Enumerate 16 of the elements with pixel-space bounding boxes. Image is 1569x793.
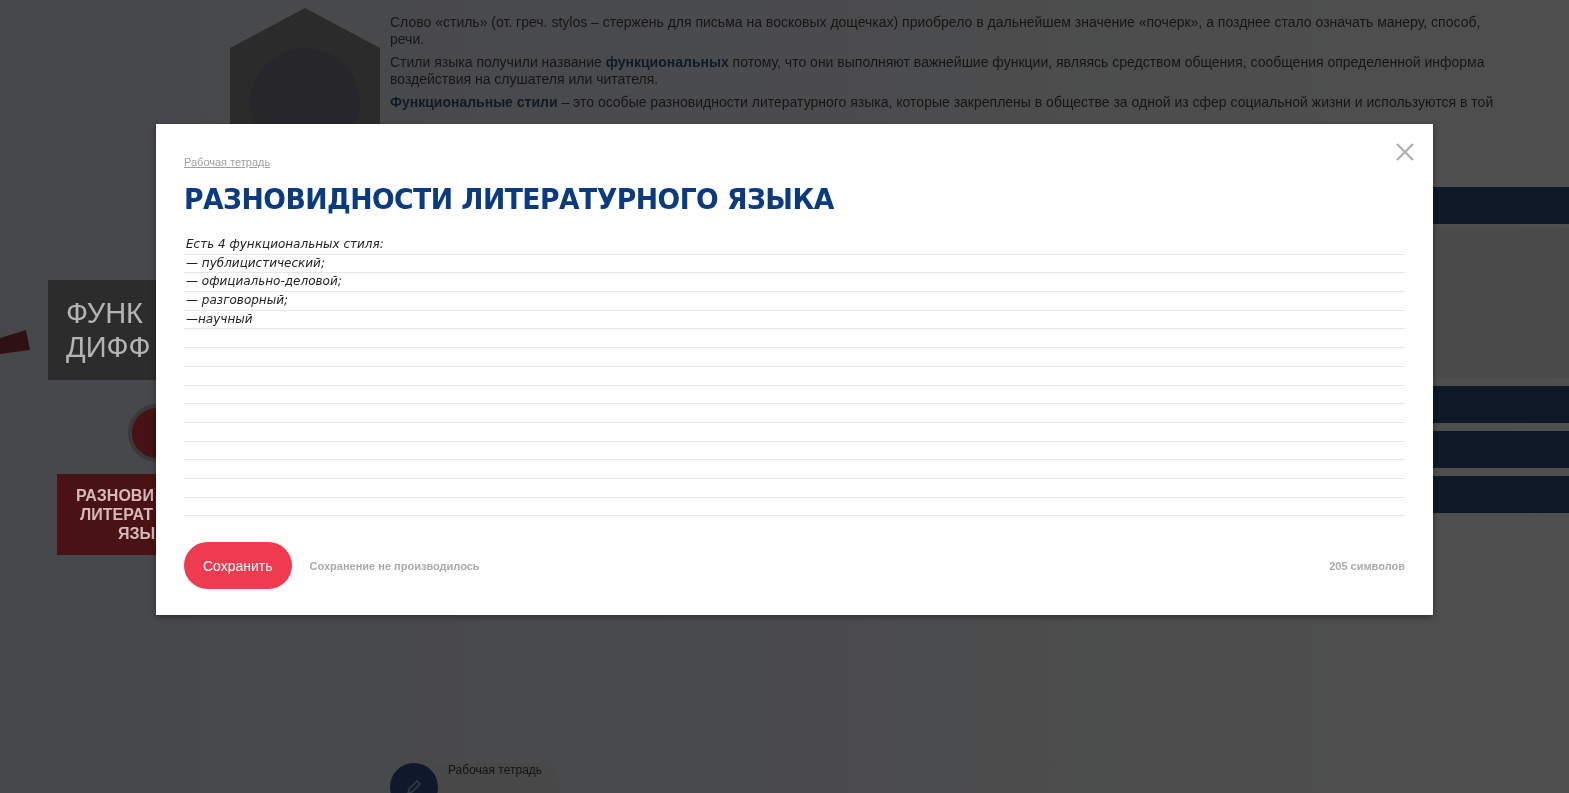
banner-text: РАЗНОВИ xyxy=(76,486,154,505)
dialog-title: РАЗНОВИДНОСТИ ЛИТЕРАТУРНОГО ЯЗЫКА xyxy=(184,182,834,216)
notebook-text-line: — публицистический; xyxy=(186,255,325,270)
notebook-text-line: —научный xyxy=(186,311,253,326)
banner-text: ЯЗЫ xyxy=(118,524,156,543)
notebook-text-line: Есть 4 функциональных стиля: xyxy=(186,237,384,251)
notebook-text-line: — разговорный; xyxy=(186,293,288,308)
topic-heading-text: ФУНК xyxy=(66,296,143,330)
character-count: 205 символов xyxy=(1329,559,1405,572)
close-icon[interactable] xyxy=(1395,142,1415,162)
save-status-text: Сохранение не производилось xyxy=(309,559,480,572)
notebook-text-line: — официально-деловой; xyxy=(186,274,342,289)
topic-heading-text: ДИФФ xyxy=(66,330,151,364)
banner-text: ЛИТЕРАТ xyxy=(80,505,153,524)
save-button[interactable]: Сохранить xyxy=(184,542,292,590)
breadcrumb-link[interactable]: Рабочая тетрадь xyxy=(184,156,271,168)
